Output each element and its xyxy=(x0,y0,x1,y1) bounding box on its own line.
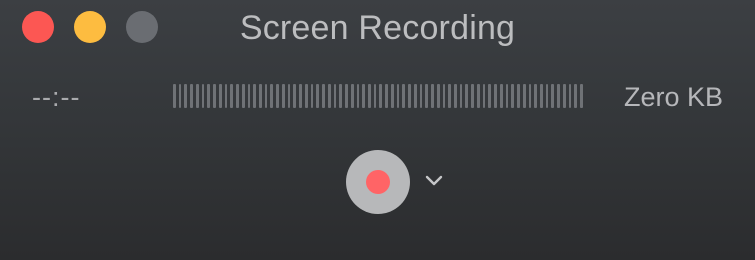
meter-segment xyxy=(350,84,354,108)
meter-segment xyxy=(339,84,343,108)
meter-segment xyxy=(545,84,549,108)
meter-segment xyxy=(482,84,486,108)
meter-segment xyxy=(201,84,205,108)
meter-segment xyxy=(580,84,583,108)
chevron-down-icon[interactable] xyxy=(424,171,444,191)
meter-segment xyxy=(356,84,360,108)
meter-segment xyxy=(247,84,251,108)
meter-segment xyxy=(551,84,555,108)
meter-segment xyxy=(373,84,377,108)
meter-segment xyxy=(494,84,497,108)
file-size: Zero KB xyxy=(623,82,723,112)
meter-segment xyxy=(574,84,578,108)
meter-segment xyxy=(453,84,457,108)
meter-segment xyxy=(511,84,515,108)
meter-segment xyxy=(488,84,492,108)
meter-segment xyxy=(419,84,423,108)
record-icon xyxy=(366,170,390,194)
meter-segment xyxy=(568,84,572,108)
meter-segment xyxy=(236,84,239,108)
meter-segment xyxy=(408,84,411,108)
meter-segment xyxy=(184,84,188,108)
meter-segment xyxy=(534,84,537,108)
meter-segment xyxy=(557,84,560,108)
meter-segment xyxy=(459,84,463,108)
meter-segment xyxy=(304,84,308,108)
meter-segment xyxy=(379,84,383,108)
meter-segment xyxy=(448,84,451,108)
meter-segment xyxy=(562,84,566,108)
meter-segment xyxy=(281,84,285,108)
meter-segment xyxy=(224,84,228,108)
meter-segment xyxy=(431,84,434,108)
meter-segment xyxy=(259,84,262,108)
meter-segment xyxy=(190,84,193,108)
meter-segment xyxy=(195,84,199,108)
meter-segment xyxy=(390,84,394,108)
audio-level-meter xyxy=(173,84,583,108)
meter-segment xyxy=(270,84,274,108)
screen-recording-window: Screen Recording --:-- Zero KB xyxy=(0,0,755,260)
meter-segment xyxy=(299,84,302,108)
meter-segment xyxy=(413,84,417,108)
meter-segment xyxy=(333,84,337,108)
meter-segment xyxy=(528,84,532,108)
record-button[interactable] xyxy=(346,150,410,214)
meter-segment xyxy=(442,84,446,108)
meter-segment xyxy=(362,84,365,108)
meter-segment xyxy=(540,84,543,108)
meter-segment xyxy=(436,84,440,108)
meter-segment xyxy=(476,84,480,108)
meter-segment xyxy=(471,84,474,108)
meter-segment xyxy=(264,84,268,108)
meter-segment xyxy=(505,84,509,108)
meter-segment xyxy=(213,84,216,108)
window-title: Screen Recording xyxy=(239,9,516,47)
meter-segment xyxy=(327,84,331,108)
meter-segment xyxy=(178,84,182,108)
meter-segment xyxy=(499,84,503,108)
meter-segment xyxy=(367,84,371,108)
meter-segment xyxy=(310,84,314,108)
meter-segment xyxy=(230,84,234,108)
meter-segment xyxy=(396,84,400,108)
meter-segment xyxy=(253,84,257,108)
meter-segment xyxy=(345,84,348,108)
meter-segment xyxy=(517,84,520,108)
meter-segment xyxy=(522,84,526,108)
meter-segment xyxy=(402,84,406,108)
meter-segment xyxy=(207,84,211,108)
meter-segment xyxy=(293,84,297,108)
meter-segment xyxy=(316,84,320,108)
meter-segment xyxy=(173,84,176,108)
meter-segment xyxy=(322,84,325,108)
meter-segment xyxy=(425,84,429,108)
elapsed-time: --:-- xyxy=(32,82,81,112)
meter-segment xyxy=(241,84,245,108)
meter-segment xyxy=(218,84,222,108)
meter-segment xyxy=(287,84,291,108)
meter-segment xyxy=(276,84,279,108)
meter-segment xyxy=(385,84,388,108)
meter-segment xyxy=(465,84,469,108)
